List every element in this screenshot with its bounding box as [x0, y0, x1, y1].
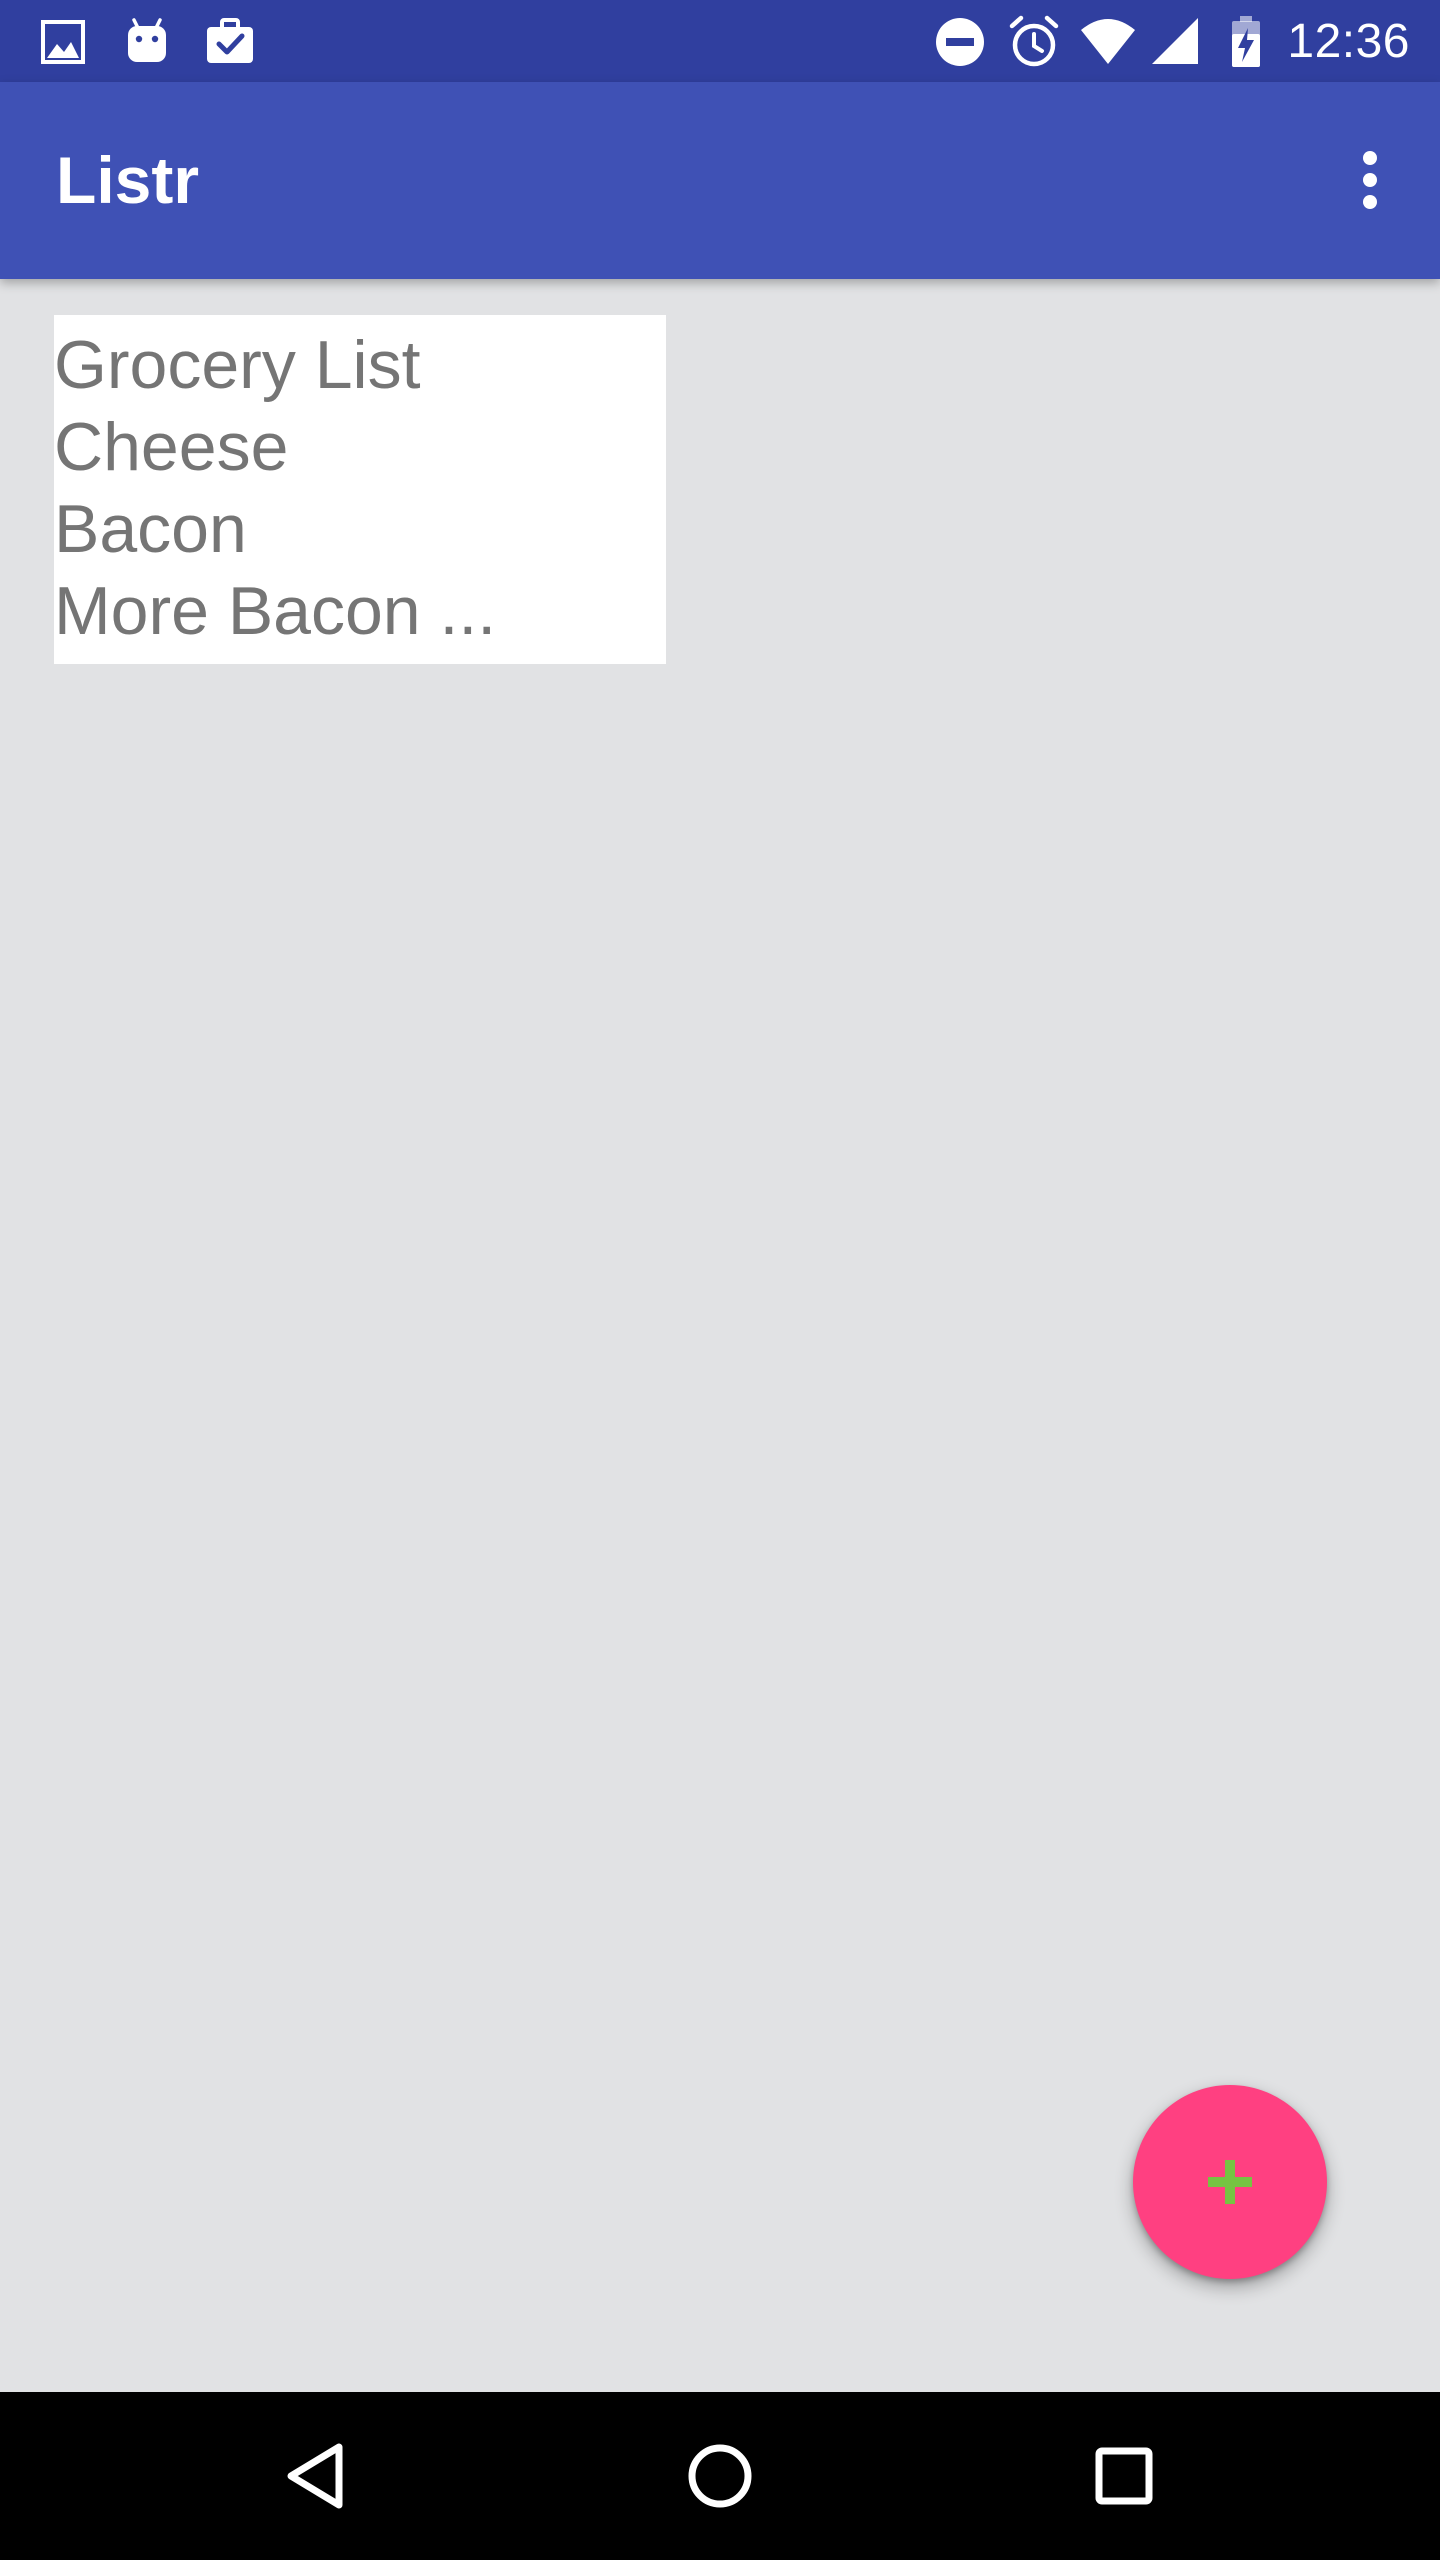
- do-not-disturb-icon: [932, 14, 988, 70]
- status-bar: 12:36: [0, 0, 1440, 82]
- image-icon: [35, 14, 91, 70]
- android-icon: [119, 14, 175, 70]
- more-vert-icon: [1363, 151, 1377, 209]
- add-list-fab[interactable]: [1133, 2085, 1327, 2279]
- list-item: More Bacon ...: [54, 573, 497, 649]
- recents-icon: [1095, 2447, 1153, 2505]
- task-briefcase-icon: [202, 14, 258, 70]
- cell-signal-icon: [1148, 14, 1204, 70]
- app-bar: Listr: [0, 82, 1440, 279]
- list-card[interactable]: Grocery List Cheese Bacon More Bacon ...: [54, 315, 666, 664]
- list-title: Grocery List: [54, 327, 421, 403]
- home-button[interactable]: [670, 2426, 770, 2526]
- add-icon: [1208, 2160, 1252, 2204]
- list-item: Cheese: [54, 409, 289, 485]
- list-item: Bacon: [54, 491, 247, 567]
- back-icon: [287, 2443, 343, 2509]
- status-time: 12:36: [1287, 15, 1410, 68]
- navigation-bar: [0, 2392, 1440, 2560]
- battery-charging-icon: [1218, 14, 1274, 70]
- alarm-icon: [1006, 14, 1062, 70]
- overflow-menu-button[interactable]: [1320, 130, 1420, 230]
- back-button[interactable]: [266, 2426, 366, 2526]
- recents-button[interactable]: [1074, 2426, 1174, 2526]
- home-icon: [688, 2444, 752, 2508]
- app-title: Listr: [56, 143, 200, 217]
- wifi-icon: [1080, 14, 1136, 70]
